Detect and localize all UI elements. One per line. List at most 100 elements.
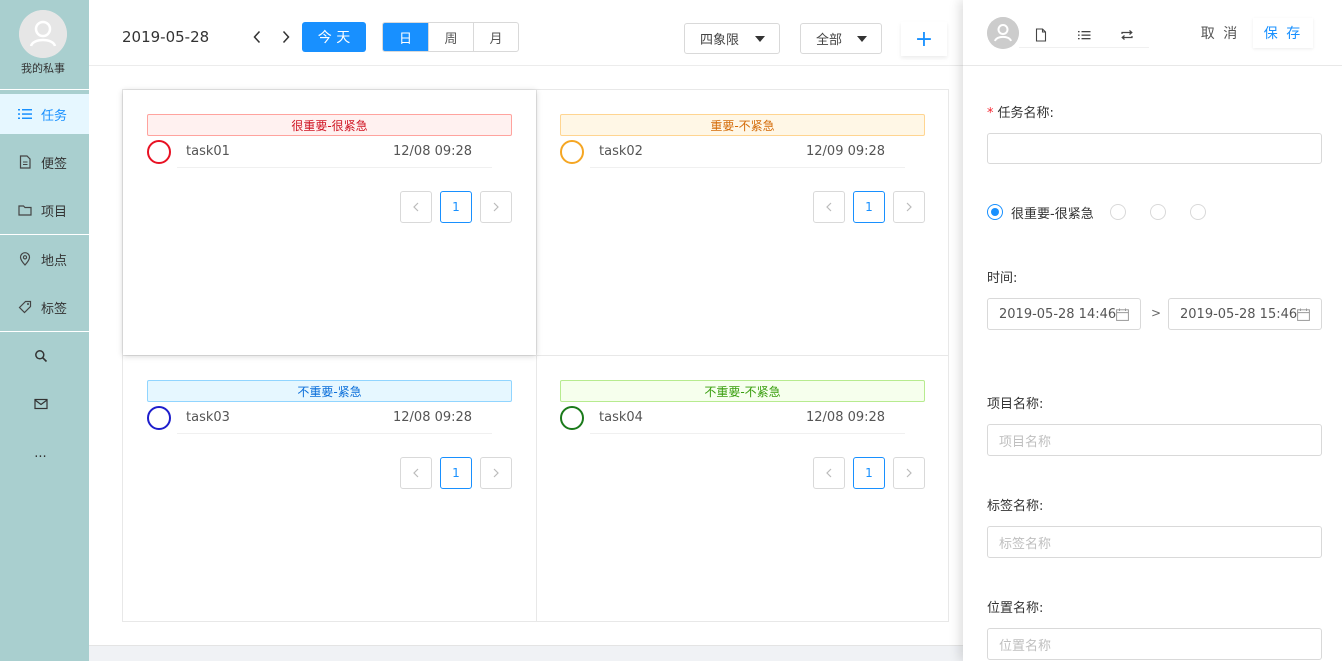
priority-radio-urgent-important[interactable] [987, 204, 1003, 220]
chevron-right-icon [906, 202, 912, 212]
caret-down-icon [755, 36, 765, 42]
chevron-left-icon [253, 30, 261, 44]
pagination-page[interactable]: 1 [440, 191, 472, 223]
sidebar-more-button[interactable]: ... [0, 433, 89, 473]
quadrant-title: 不重要-不紧急 [560, 380, 925, 402]
view-switcher: 日 周 月 [382, 22, 519, 52]
quadrant-title: 很重要-很紧急 [147, 114, 512, 136]
user-icon [987, 17, 1019, 49]
list-item[interactable]: task01 12/08 09:28 [147, 139, 492, 168]
list-item[interactable]: task04 12/08 09:28 [560, 405, 905, 434]
priority-radio-neither[interactable] [1189, 204, 1206, 220]
user-profile[interactable]: 我的私事 [0, 0, 89, 90]
task-name: task01 [186, 144, 230, 159]
filter-select[interactable]: 全部 [800, 23, 882, 54]
task-checkbox[interactable] [147, 140, 171, 164]
pagination-prev[interactable] [813, 191, 845, 223]
location-label: 位置名称: [987, 601, 1044, 616]
drawer-header: 取 消 保 存 [963, 0, 1342, 66]
quadrant-select[interactable]: 四象限 [684, 23, 780, 54]
folder-icon [18, 203, 32, 217]
quadrant-not-urgent-not-important: 不重要-不紧急 task04 12/08 09:28 1 [536, 356, 949, 621]
project-input[interactable]: 项目名称 [987, 424, 1322, 456]
note-icon [18, 155, 32, 169]
end-time-value: 2019-05-28 15:46 [1180, 306, 1298, 322]
task-time: 12/08 09:28 [393, 410, 473, 425]
location-input[interactable]: 位置名称 [987, 628, 1322, 660]
divider [177, 167, 492, 168]
project-label: 项目名称: [987, 397, 1044, 412]
sidebar-item-label: 地点 [41, 253, 68, 269]
pagination-page[interactable]: 1 [440, 457, 472, 489]
divider [177, 433, 492, 434]
quadrant-urgent-important: 很重要-很紧急 task01 12/08 09:28 1 [123, 90, 536, 355]
avatar[interactable] [987, 17, 1019, 49]
sidebar-search-button[interactable] [0, 336, 89, 376]
divider [590, 433, 905, 434]
list-icon [1077, 30, 1090, 39]
list-item[interactable]: task03 12/08 09:28 [147, 405, 492, 434]
priority-radio-important[interactable] [1109, 204, 1126, 220]
drawer-repeat-button[interactable] [1105, 22, 1149, 48]
sidebar-item-locations[interactable]: 地点 [0, 239, 89, 279]
chevron-left-icon [413, 202, 419, 212]
repeat-icon [1121, 29, 1133, 40]
end-time-picker[interactable]: 2019-05-28 15:46 [1168, 298, 1322, 330]
pagination-next[interactable] [893, 191, 925, 223]
prev-button[interactable] [247, 26, 267, 48]
chevron-left-icon [826, 468, 832, 478]
chevron-right-icon [906, 468, 912, 478]
pagination-page[interactable]: 1 [853, 457, 885, 489]
current-date: 2019-05-28 [122, 28, 210, 46]
cancel-button[interactable]: 取 消 [1189, 18, 1251, 48]
pagination-page[interactable]: 1 [853, 191, 885, 223]
sidebar-item-notes[interactable]: 便签 [0, 142, 89, 182]
plus-icon: + [914, 26, 934, 52]
drawer-list-button[interactable] [1062, 22, 1106, 48]
priority-radio-urgent[interactable] [1149, 204, 1166, 220]
user-icon [19, 10, 67, 58]
location-icon [18, 252, 32, 266]
time-range-separator: > [1151, 306, 1162, 320]
chevron-right-icon [493, 468, 499, 478]
task-checkbox[interactable] [560, 406, 584, 430]
save-button[interactable]: 保 存 [1253, 18, 1313, 48]
search-icon [34, 349, 48, 363]
chevron-left-icon [826, 202, 832, 212]
drawer-note-button[interactable] [1019, 22, 1063, 48]
sidebar-mail-button[interactable] [0, 384, 89, 424]
view-day-button[interactable]: 日 [383, 23, 428, 51]
task-name: task03 [186, 410, 230, 425]
avatar[interactable] [19, 10, 67, 58]
pagination-next[interactable] [893, 457, 925, 489]
sidebar: 我的私事 任务 便签 项目 地点 标签 ... [0, 0, 89, 661]
add-task-button[interactable]: + [901, 22, 947, 56]
tag-icon [18, 300, 32, 314]
next-button[interactable] [276, 26, 296, 48]
username: 我的私事 [21, 62, 65, 75]
start-time-picker[interactable]: 2019-05-28 14:46 [987, 298, 1141, 330]
task-name-input[interactable] [987, 133, 1322, 164]
pagination-prev[interactable] [400, 457, 432, 489]
sidebar-item-projects[interactable]: 项目 [0, 190, 89, 230]
chevron-left-icon [413, 468, 419, 478]
view-month-button[interactable]: 月 [473, 23, 518, 51]
list-item[interactable]: task02 12/09 09:28 [560, 139, 905, 168]
pagination-prev[interactable] [400, 191, 432, 223]
view-week-button[interactable]: 周 [428, 23, 473, 51]
caret-down-icon [857, 36, 867, 42]
sidebar-item-tasks[interactable]: 任务 [0, 94, 89, 134]
task-edit-drawer: 取 消 保 存 * 任务名称: 很重要-很紧急 时间: 2019-05-28 14… [963, 0, 1342, 661]
today-button[interactable]: 今 天 [302, 22, 366, 52]
divider [590, 167, 905, 168]
pagination-next[interactable] [480, 191, 512, 223]
tag-input[interactable]: 标签名称 [987, 526, 1322, 558]
sidebar-item-tags[interactable]: 标签 [0, 287, 89, 327]
task-checkbox[interactable] [560, 140, 584, 164]
pagination-next[interactable] [480, 457, 512, 489]
pagination-prev[interactable] [813, 457, 845, 489]
task-checkbox[interactable] [147, 406, 171, 430]
sidebar-item-label: 项目 [41, 204, 68, 220]
filter-select-value: 全部 [816, 33, 843, 48]
chevron-right-icon [282, 30, 290, 44]
